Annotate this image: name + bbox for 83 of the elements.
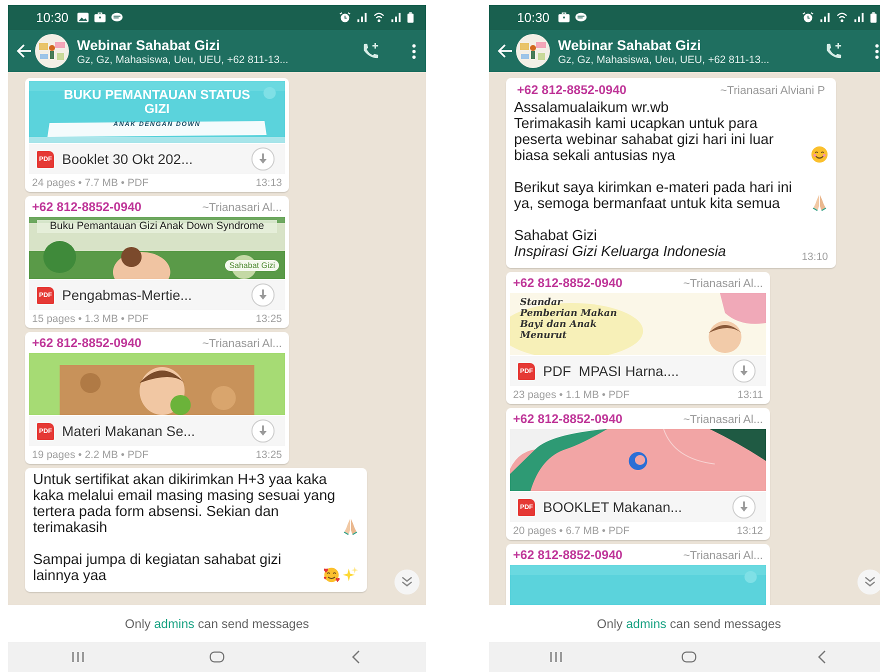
status-time: 10:30 — [517, 10, 550, 25]
briefcase-icon — [558, 12, 570, 23]
admins-only-notice: Only admins can send messages — [124, 616, 310, 630]
sender-phone: +62 812-8852-0940 — [513, 276, 622, 290]
wifi-icon — [373, 12, 385, 23]
sender-name: ~Trianasari Alviani P — [720, 85, 825, 97]
file-info: 24 pages • 7.7 MB • PDF — [32, 177, 148, 189]
cover-title: BUKU PEMANTAUAN STATUS GIZI — [62, 88, 252, 116]
file-info: 23 pages • 1.1 MB • PDF — [513, 389, 630, 401]
admins-only-notice: Only admins can send messages — [596, 616, 782, 630]
message-time: 13:25 — [256, 449, 282, 461]
praying-hands-icon — [811, 194, 828, 211]
praying-hands-icon — [342, 518, 359, 535]
chat-icon — [110, 12, 123, 23]
battery-icon — [407, 12, 414, 23]
signal-icon — [356, 12, 368, 23]
smiling-face-icon — [811, 146, 828, 163]
back-arrow-icon[interactable] — [497, 43, 513, 59]
wifi-icon — [836, 12, 848, 23]
sender-name: ~Trianasari Al... — [202, 338, 282, 350]
file-name: PDF MPASI Harna.... — [543, 363, 680, 379]
file-info: 15 pages • 1.3 MB • PDF — [32, 313, 148, 325]
scroll-down-icon[interactable] — [857, 569, 880, 595]
document-message[interactable]: +62 812-8852-0940 ~Trianasari Al... — [506, 544, 770, 605]
back-arrow-icon[interactable] — [16, 43, 32, 59]
briefcase-icon — [94, 12, 106, 23]
sender-name: ~Trianasari Al... — [202, 202, 282, 214]
alarm-icon — [802, 12, 814, 23]
message-text: Untuk sertifikat akan dikirimkan H+3 yaa kaka kaka melalui email masing masing sesuai yang tertera pada form absensi. Sekian dan terimakasih — [33, 472, 336, 536]
download-icon[interactable] — [251, 419, 275, 443]
group-title[interactable]: Webinar Sahabat Gizi — [77, 36, 361, 52]
sender-phone: +62 812-8852-0940 — [32, 200, 142, 214]
group-members: Gz, Gz, Mahasiswa, Ueu, UEU, +62 811-13... — [77, 54, 290, 66]
message-time: 13:12 — [736, 525, 763, 537]
download-icon[interactable] — [732, 495, 756, 519]
recent-apps-icon[interactable] — [70, 649, 86, 665]
message-time: 13:13 — [256, 177, 282, 189]
sender-name: ~Trianasari Al... — [683, 278, 763, 290]
download-icon[interactable] — [732, 359, 756, 383]
message-text: Berikut saya kirimkan e-materi pada hari ini ya, semoga bermanfaat untuk kita semua — [514, 180, 794, 212]
cover-title: Standar Pemberian Makan Bayi dan Anak Menurut — [520, 297, 618, 341]
add-call-icon[interactable] — [824, 42, 843, 60]
gallery-icon — [76, 12, 89, 23]
download-icon[interactable] — [251, 283, 275, 307]
scroll-down-icon[interactable] — [394, 569, 420, 595]
file-name: Booklet 30 Okt 202... — [62, 151, 194, 167]
sender-phone: +62 812-8852-0940 — [32, 336, 142, 350]
message-text: Sahabat Gizi Inspirasi Gizi Keluarga Indonesia — [514, 228, 726, 260]
file-info: 20 pages • 6.7 MB • PDF — [513, 525, 630, 537]
battery-icon — [870, 12, 877, 23]
message-time: 13:11 — [738, 389, 763, 401]
sender-phone: +62 812-8852-0940 — [513, 548, 622, 562]
sparkles-icon — [342, 566, 359, 583]
status-time: 10:30 — [36, 10, 69, 25]
file-info: 19 pages • 2.2 MB • PDF — [32, 449, 148, 461]
add-call-icon[interactable] — [361, 42, 380, 60]
group-title[interactable]: Webinar Sahabat Gizi — [558, 36, 824, 52]
sender-name: ~Trianasari Al... — [683, 550, 763, 562]
download-icon[interactable] — [251, 147, 275, 171]
file-name: BOOKLET Makanan... — [543, 499, 684, 515]
chat-icon — [574, 12, 587, 23]
message-time: 13:10 — [802, 251, 828, 263]
signal-icon — [819, 12, 831, 23]
menu-icon[interactable] — [875, 44, 879, 58]
smiling-face-with-hearts-icon — [323, 566, 340, 583]
sender-phone: +62 812-8852-0940 — [513, 412, 622, 426]
message-text: Assalamualaikum wr.wb Terimakasih kami ucapkan untuk para peserta webinar sahabat gizi hari ini luar biasa sekali antusias nya — [514, 100, 775, 164]
home-icon[interactable] — [680, 649, 697, 665]
alarm-icon — [339, 12, 351, 23]
menu-icon[interactable] — [412, 44, 416, 58]
message-time: 13:25 — [256, 313, 282, 325]
signal-icon — [390, 12, 402, 23]
file-name: Pengabmas-Mertie... — [62, 287, 193, 303]
home-icon[interactable] — [208, 649, 225, 665]
sender-phone: +62 812-8852-0940 — [517, 83, 626, 97]
sender-name: ~Trianasari Al... — [683, 414, 763, 426]
message-text: Sampai jumpa di kegiatan sahabat gizi lainnya yaa — [33, 552, 282, 584]
signal-icon — [853, 12, 865, 23]
cover-logo-text: Sahabat Gizi — [225, 260, 279, 271]
cover-title: Buku Pemantauan Gizi Anak Down Syndrome — [37, 220, 277, 233]
file-name: Materi Makanan Se... — [62, 423, 196, 439]
group-members: Gz, Gz, Mahasiswa, Ueu, UEU, +62 811-13... — [558, 54, 770, 66]
recent-apps-icon[interactable] — [548, 649, 564, 665]
